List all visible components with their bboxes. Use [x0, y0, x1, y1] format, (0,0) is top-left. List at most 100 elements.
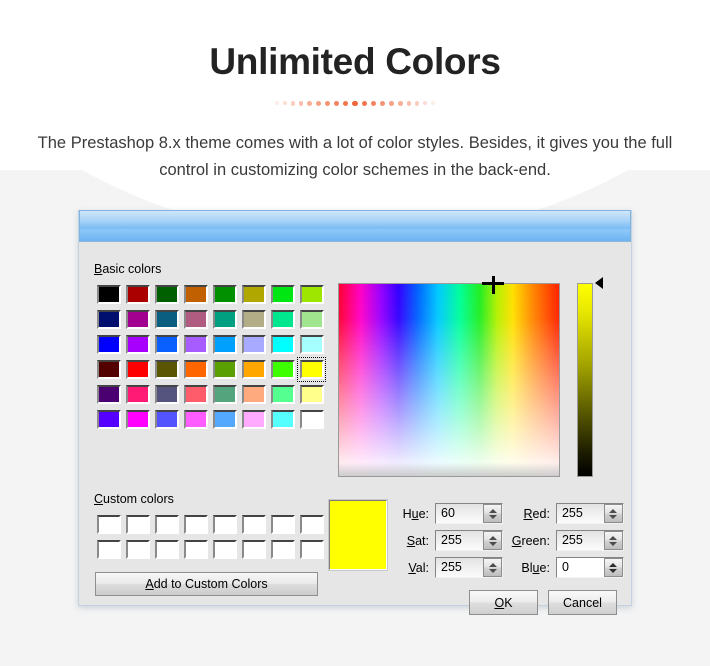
green-stepper-icon[interactable]	[603, 531, 623, 550]
val-stepper-icon[interactable]	[483, 558, 502, 577]
basic-color-swatch[interactable]	[123, 382, 152, 407]
custom-color-swatch[interactable]	[94, 512, 123, 537]
basic-color-swatch[interactable]	[152, 357, 181, 382]
basic-color-swatch[interactable]	[152, 332, 181, 357]
basic-color-swatch[interactable]	[123, 407, 152, 432]
arrow-down-icon[interactable]	[488, 568, 497, 573]
basic-color-swatch[interactable]	[239, 407, 268, 432]
green-value[interactable]: 255	[557, 531, 604, 550]
arrow-down-icon[interactable]	[609, 541, 618, 546]
basic-color-swatch[interactable]	[181, 307, 210, 332]
basic-color-swatch[interactable]	[123, 357, 152, 382]
val-value[interactable]: 255	[436, 558, 483, 577]
basic-colors-grid[interactable]	[94, 282, 326, 432]
basic-color-swatch[interactable]	[181, 282, 210, 307]
red-spinbox[interactable]: 255	[555, 503, 624, 524]
custom-color-swatch[interactable]	[268, 537, 297, 562]
basic-color-swatch[interactable]	[123, 282, 152, 307]
basic-color-swatch[interactable]	[152, 407, 181, 432]
arrow-up-icon[interactable]	[488, 535, 497, 540]
custom-color-swatch[interactable]	[210, 537, 239, 562]
basic-color-swatch[interactable]	[297, 407, 326, 432]
basic-color-swatch[interactable]	[210, 407, 239, 432]
sat-value[interactable]: 255	[436, 531, 483, 550]
sat-stepper-icon[interactable]	[483, 531, 502, 550]
custom-color-swatch[interactable]	[210, 512, 239, 537]
sat-spinbox[interactable]: 255	[435, 530, 503, 551]
custom-color-swatch[interactable]	[297, 512, 326, 537]
basic-color-swatch[interactable]	[268, 332, 297, 357]
basic-color-swatch[interactable]	[268, 282, 297, 307]
basic-color-swatch[interactable]	[268, 357, 297, 382]
basic-color-swatch[interactable]	[123, 332, 152, 357]
custom-color-swatch[interactable]	[239, 512, 268, 537]
arrow-down-icon[interactable]	[609, 568, 618, 573]
basic-color-swatch[interactable]	[94, 407, 123, 432]
hue-value[interactable]: 60	[436, 504, 483, 523]
basic-color-swatch[interactable]	[181, 357, 210, 382]
basic-color-swatch[interactable]	[152, 382, 181, 407]
hue-spinbox[interactable]: 60	[435, 503, 503, 524]
basic-color-swatch[interactable]	[181, 407, 210, 432]
basic-color-swatch[interactable]	[94, 382, 123, 407]
basic-color-swatch[interactable]	[239, 357, 268, 382]
basic-color-swatch[interactable]	[210, 282, 239, 307]
dialog-titlebar[interactable]	[79, 210, 631, 242]
basic-color-swatch[interactable]	[152, 307, 181, 332]
basic-color-swatch[interactable]	[268, 382, 297, 407]
ok-button[interactable]: OK	[469, 590, 538, 615]
basic-color-swatch[interactable]	[297, 382, 326, 407]
basic-color-swatch[interactable]	[268, 307, 297, 332]
basic-color-swatch[interactable]	[210, 307, 239, 332]
basic-color-swatch[interactable]	[210, 382, 239, 407]
basic-color-swatch[interactable]	[210, 357, 239, 382]
custom-color-swatch[interactable]	[268, 512, 297, 537]
saturation-hue-picker[interactable]	[338, 283, 560, 477]
basic-color-swatch[interactable]	[181, 382, 210, 407]
arrow-down-icon[interactable]	[488, 514, 497, 519]
arrow-up-icon[interactable]	[609, 535, 618, 540]
blue-spinbox[interactable]: 0	[555, 557, 624, 578]
arrow-down-icon[interactable]	[609, 514, 618, 519]
basic-color-swatch[interactable]	[297, 307, 326, 332]
basic-color-swatch[interactable]	[152, 282, 181, 307]
basic-color-swatch[interactable]	[94, 282, 123, 307]
custom-color-swatch[interactable]	[181, 512, 210, 537]
arrow-up-icon[interactable]	[609, 562, 618, 567]
custom-color-swatch[interactable]	[239, 537, 268, 562]
arrow-up-icon[interactable]	[609, 508, 618, 513]
basic-color-swatch[interactable]	[297, 282, 326, 307]
custom-color-swatch[interactable]	[181, 537, 210, 562]
add-to-custom-colors-button[interactable]: Add to Custom Colors	[95, 572, 318, 596]
basic-color-swatch[interactable]	[123, 307, 152, 332]
custom-colors-grid[interactable]	[94, 512, 326, 562]
red-value[interactable]: 255	[557, 504, 604, 523]
basic-color-swatch[interactable]	[239, 282, 268, 307]
value-slider-marker-icon[interactable]	[595, 277, 603, 289]
basic-color-swatch[interactable]	[239, 382, 268, 407]
basic-color-swatch[interactable]	[210, 332, 239, 357]
basic-color-swatch[interactable]	[297, 332, 326, 357]
basic-color-swatch[interactable]	[239, 332, 268, 357]
red-stepper-icon[interactable]	[603, 504, 623, 523]
custom-color-swatch[interactable]	[152, 512, 181, 537]
green-spinbox[interactable]: 255	[555, 530, 624, 551]
arrow-up-icon[interactable]	[488, 562, 497, 567]
basic-color-swatch[interactable]	[94, 332, 123, 357]
basic-color-swatch[interactable]	[181, 332, 210, 357]
arrow-down-icon[interactable]	[488, 541, 497, 546]
custom-color-swatch[interactable]	[152, 537, 181, 562]
basic-color-swatch[interactable]	[297, 357, 326, 382]
basic-color-swatch[interactable]	[239, 307, 268, 332]
custom-color-swatch[interactable]	[123, 537, 152, 562]
custom-color-swatch[interactable]	[123, 512, 152, 537]
blue-value[interactable]: 0	[557, 558, 604, 577]
value-brightness-slider[interactable]	[577, 283, 593, 477]
basic-color-swatch[interactable]	[94, 357, 123, 382]
custom-color-swatch[interactable]	[297, 537, 326, 562]
hue-stepper-icon[interactable]	[483, 504, 502, 523]
val-spinbox[interactable]: 255	[435, 557, 503, 578]
basic-color-swatch[interactable]	[268, 407, 297, 432]
cancel-button[interactable]: Cancel	[548, 590, 617, 615]
basic-color-swatch[interactable]	[94, 307, 123, 332]
